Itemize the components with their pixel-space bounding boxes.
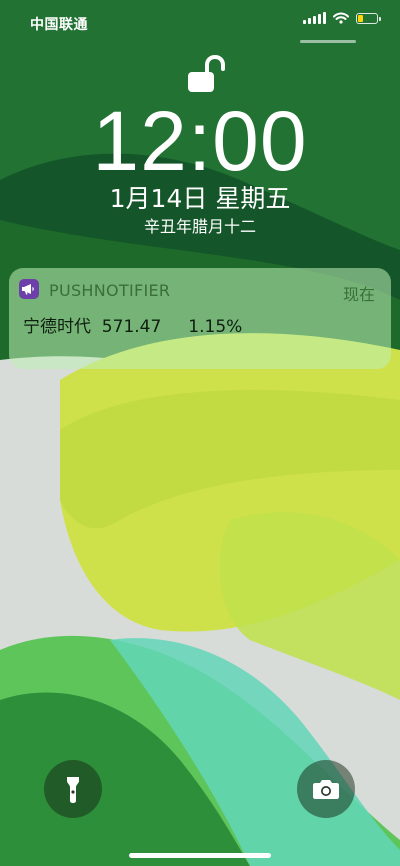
cellular-signal-icon bbox=[303, 12, 326, 24]
camera-icon bbox=[313, 780, 339, 799]
battery-icon bbox=[356, 12, 381, 24]
clock-time: 12:00 bbox=[92, 94, 308, 188]
carrier-label: 中国联通 bbox=[30, 17, 88, 33]
notification-time: 现在 bbox=[342, 285, 375, 304]
status-icons bbox=[303, 12, 381, 24]
status-bar: 中国联通 bbox=[0, 0, 400, 44]
date-label: 1月14日 星期五 bbox=[109, 184, 291, 213]
control-center-indicator[interactable] bbox=[300, 40, 356, 43]
lunar-date-label: 辛丑年腊月十二 bbox=[143, 217, 256, 236]
notification-app-name: PUSHNOTIFIER bbox=[49, 281, 171, 300]
lock-screen: 中国联通 12:00 1月14日 星期五 辛丑年腊月十二 PUSHNOTIFIE… bbox=[0, 0, 400, 866]
battery-fill bbox=[358, 14, 363, 22]
flashlight-icon bbox=[67, 777, 79, 803]
lock-unlocked-icon bbox=[188, 54, 225, 92]
app-icon bbox=[19, 279, 39, 299]
wifi-icon bbox=[333, 12, 349, 24]
notification-body: 宁德时代 571.47 1.15% bbox=[23, 317, 243, 337]
home-indicator[interactable] bbox=[129, 853, 271, 858]
flashlight-button[interactable] bbox=[44, 760, 102, 818]
camera-button[interactable] bbox=[297, 760, 355, 818]
megaphone-icon bbox=[22, 284, 34, 295]
notification-card[interactable]: PUSHNOTIFIER 现在 宁德时代 571.47 1.15% bbox=[9, 268, 391, 369]
